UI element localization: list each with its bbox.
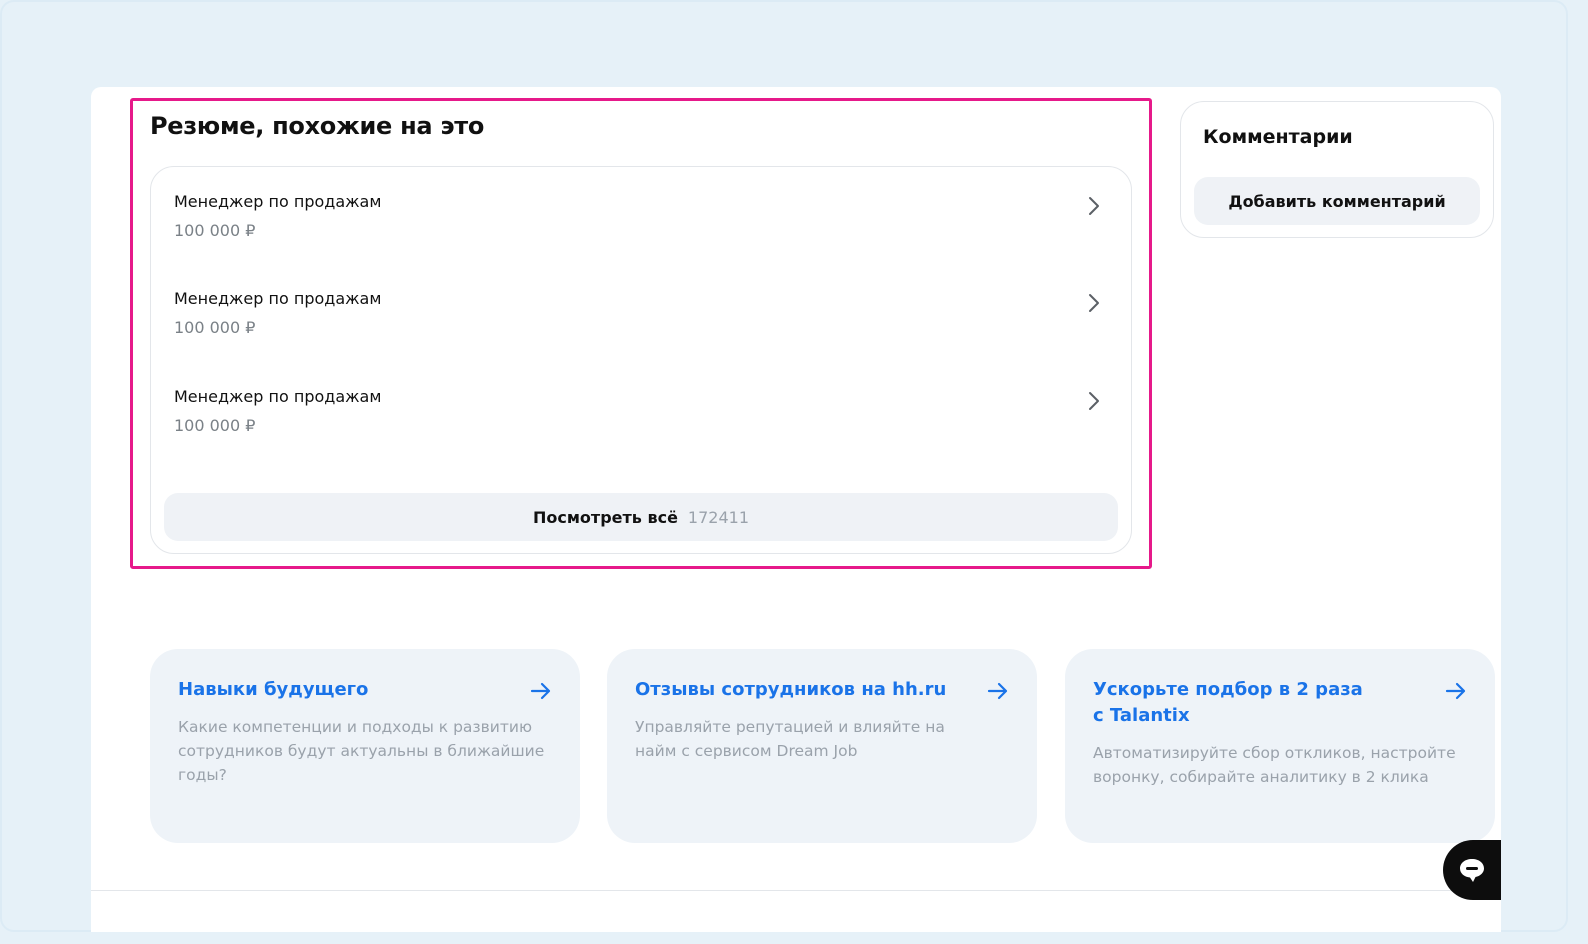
chat-button[interactable]: [1443, 840, 1501, 900]
view-all-button[interactable]: Посмотреть всё 172411: [164, 493, 1118, 541]
view-all-label: Посмотреть всё: [532, 507, 678, 527]
comments-title: Комментарии: [1203, 126, 1353, 148]
similar-resumes-title: Резюме, похожие на это: [150, 112, 485, 140]
resume-title: Менеджер по продажам: [174, 192, 382, 211]
resume-item[interactable]: Менеджер по продажам 100 000 ₽: [151, 264, 1131, 344]
chevron-right-icon: [1089, 392, 1099, 410]
chevron-right-icon: [1089, 294, 1099, 312]
promo-title[interactable]: Ускорьте подбор в 2 раза с Talantix: [1093, 677, 1363, 729]
promo-title[interactable]: Отзывы сотрудников на hh.ru: [635, 677, 965, 703]
resume-title: Менеджер по продажам: [174, 387, 382, 406]
view-all-count: 172411: [687, 507, 749, 527]
resume-item[interactable]: Менеджер по продажам 100 000 ₽: [151, 362, 1131, 442]
resume-title: Менеджер по продажам: [174, 289, 382, 308]
similar-resumes-card: Менеджер по продажам 100 000 ₽ Менеджер …: [150, 166, 1132, 554]
resume-item[interactable]: Менеджер по продажам 100 000 ₽: [151, 167, 1131, 247]
arrow-right-icon: [1445, 682, 1466, 700]
arrow-right-icon: [987, 682, 1008, 700]
arrow-right-icon: [530, 682, 551, 700]
promo-description: Автоматизируйте сбор откликов, настройте…: [1093, 744, 1456, 786]
promo-card-reviews[interactable]: Отзывы сотрудников на hh.ru Управляйте р…: [607, 649, 1037, 843]
promo-card-talantix[interactable]: Ускорьте подбор в 2 раза с Talantix Авто…: [1065, 649, 1495, 843]
resume-salary: 100 000 ₽: [174, 416, 256, 435]
promo-description: Управляйте репутацией и влияйте на найм …: [635, 718, 945, 760]
promo-description: Какие компетенции и подходы к развитию с…: [178, 718, 545, 784]
footer-divider: [91, 890, 1501, 891]
resume-salary: 100 000 ₽: [174, 221, 256, 240]
promo-title[interactable]: Навыки будущего: [178, 677, 508, 703]
add-comment-button[interactable]: Добавить комментарий: [1194, 177, 1480, 225]
resume-salary: 100 000 ₽: [174, 318, 256, 337]
chevron-right-icon: [1089, 197, 1099, 215]
chat-bubble-icon: [1460, 859, 1484, 882]
comments-card: Комментарии Добавить комментарий: [1180, 101, 1494, 238]
promo-card-skills[interactable]: Навыки будущего Какие компетенции и подх…: [150, 649, 580, 843]
